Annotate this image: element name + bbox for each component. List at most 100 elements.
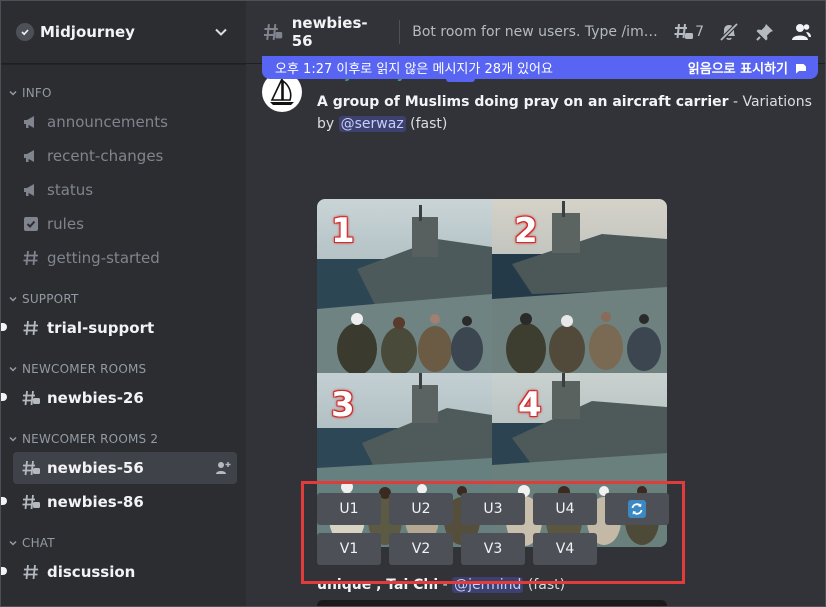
threads-button[interactable]: 7 [673, 21, 704, 43]
notifications-button[interactable] [718, 21, 740, 43]
variation-button-row: V1 V2 V3 V4 [317, 533, 605, 565]
category-newcomer-rooms[interactable]: NEWCOMER ROOMS [0, 358, 246, 380]
next-prompt-text: unique , Tai Chi [317, 577, 439, 593]
member-list-button[interactable] [790, 21, 812, 43]
channel-label: rules [47, 215, 84, 233]
upscale-button-row: U1 U2 U3 U4 [317, 493, 677, 525]
hash-icon [23, 250, 38, 266]
prompt-text: A group of Muslims doing pray on an airc… [317, 94, 729, 110]
variation-1-button[interactable]: V1 [317, 533, 381, 565]
unread-indicator [0, 393, 7, 401]
reroll-icon [628, 500, 646, 518]
next-message-image[interactable] [317, 600, 667, 607]
mark-read-icon [796, 60, 808, 73]
channel-discussion[interactable]: discussion [0, 556, 237, 588]
verified-icon [16, 22, 34, 41]
add-member-icon[interactable] [215, 460, 231, 476]
megaphone-icon [24, 150, 34, 162]
channel-title: newbies-56 [291, 13, 368, 50]
channel-label: newbies-86 [47, 493, 144, 511]
upscale-4-button[interactable]: U4 [533, 493, 597, 525]
bell-muted-icon [719, 22, 739, 41]
megaphone-icon [24, 116, 34, 128]
channel-newbies-86[interactable]: newbies-86 [0, 486, 237, 518]
grid-image-2[interactable]: 2 [492, 199, 667, 373]
mode-label: (fast) [405, 116, 448, 132]
reroll-button[interactable] [605, 493, 669, 525]
server-header[interactable]: Midjourney [0, 0, 246, 64]
by-label: by [317, 116, 339, 132]
channel-label: discussion [47, 563, 136, 581]
grid-number-2: 2 [514, 211, 538, 251]
chevron-down-icon[interactable] [214, 25, 228, 39]
channel-recent-changes[interactable]: recent-changes [13, 140, 237, 172]
channel-label: status [47, 181, 94, 199]
members-icon [792, 23, 811, 40]
channel-sidebar: Midjourney INFO announcements recent-cha… [0, 0, 246, 607]
channel-label: announcements [47, 113, 168, 131]
threads-icon [674, 23, 694, 39]
category-newcomer-rooms-2[interactable]: NEWCOMER ROOMS 2 [0, 428, 246, 450]
prompt-suffix: - Variations [728, 94, 812, 110]
channel-announcements[interactable]: announcements [13, 106, 237, 138]
category-label: SUPPORT [22, 292, 79, 306]
category-info[interactable]: INFO [0, 82, 246, 104]
header-divider [399, 19, 401, 44]
channel-label: trial-support [47, 319, 155, 337]
channel-status[interactable]: status [13, 174, 237, 206]
chat-header: newbies-56 Bot room for new users. Type … [246, 0, 826, 64]
channel-topic[interactable]: Bot room for new users. Type /imagine ..… [412, 24, 659, 40]
chat-area: newbies-56 Bot room for new users. Type … [246, 0, 826, 607]
threads-count: 7 [695, 23, 704, 40]
channel-label: newbies-26 [47, 389, 144, 407]
mark-as-read-button[interactable]: 읽음으로 표시하기 [688, 58, 808, 77]
category-chat[interactable]: CHAT [0, 532, 246, 554]
channel-label: getting-started [47, 249, 160, 267]
upscale-3-button[interactable]: U3 [461, 493, 525, 525]
variation-3-button[interactable]: V3 [461, 533, 525, 565]
hash-icon [23, 564, 38, 580]
chevron-down-icon [9, 436, 17, 442]
thread-hash-icon [22, 494, 40, 510]
thread-hash-icon [22, 390, 40, 406]
channel-newbies-56[interactable]: newbies-56 [13, 452, 237, 484]
chevron-down-icon [9, 90, 17, 96]
new-messages-bar[interactable]: 오후 1:27 이후로 읽지 않은 메시지가 28개 있어요 읽음으로 표시하기 [262, 56, 818, 79]
channel-trial-support[interactable]: trial-support [0, 312, 237, 344]
next-separator: - [438, 577, 453, 593]
grid-number-1: 1 [331, 211, 355, 251]
category-label: NEWCOMER ROOMS [22, 362, 147, 376]
channel-label: newbies-56 [47, 459, 144, 477]
chevron-down-icon [9, 366, 17, 372]
new-messages-text: 오후 1:27 이후로 읽지 않은 메시지가 28개 있어요 [275, 62, 553, 77]
channel-getting-started[interactable]: getting-started [13, 242, 237, 274]
category-label: INFO [22, 86, 52, 100]
user-mention[interactable]: @serwaz [338, 116, 406, 132]
upscale-2-button[interactable]: U2 [389, 493, 453, 525]
mark-as-read-label: 읽음으로 표시하기 [687, 62, 788, 77]
thread-hash-icon [263, 23, 283, 40]
unread-indicator [0, 323, 7, 331]
chevron-down-icon [9, 540, 17, 546]
category-label: CHAT [22, 536, 55, 550]
grid-number-3: 3 [331, 385, 355, 425]
megaphone-icon [24, 184, 34, 196]
variation-4-button[interactable]: V4 [533, 533, 597, 565]
pinned-button[interactable] [754, 21, 776, 43]
header-toolbar: 7 [673, 21, 826, 43]
chevron-down-icon [9, 296, 17, 302]
next-message-text: unique , Tai Chi - @jermind (fast) [317, 577, 565, 593]
category-support[interactable]: SUPPORT [0, 288, 246, 310]
channel-rules[interactable]: rules [13, 208, 237, 240]
category-label: NEWCOMER ROOMS 2 [22, 432, 159, 446]
upscale-1-button[interactable]: U1 [317, 493, 381, 525]
next-user-mention[interactable]: @jermind [452, 577, 524, 593]
next-mode-label: (fast) [523, 577, 566, 593]
variation-2-button[interactable]: V2 [389, 533, 453, 565]
grid-image-1[interactable]: 1 [317, 199, 492, 373]
channel-newbies-26[interactable]: newbies-26 [0, 382, 237, 414]
server-name: Midjourney [40, 22, 135, 41]
unread-indicator [0, 567, 7, 575]
thread-hash-icon [22, 460, 40, 476]
checkbox-icon [24, 217, 38, 231]
